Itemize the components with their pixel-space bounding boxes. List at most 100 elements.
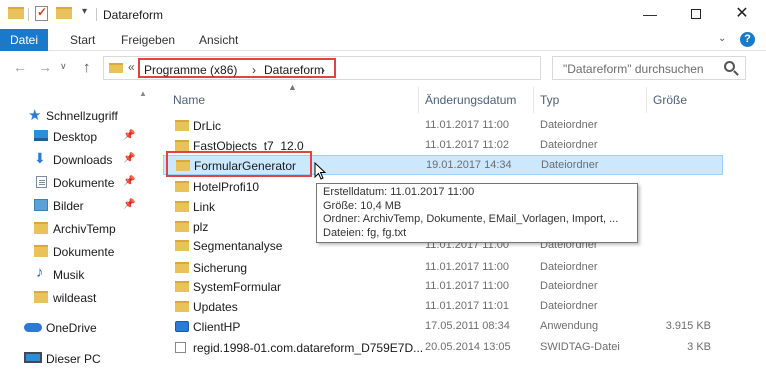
pin-icon[interactable]: 📌 <box>123 199 135 210</box>
column-header-size[interactable]: Größe <box>653 93 687 107</box>
pin-icon[interactable]: 📌 <box>123 176 135 187</box>
star-icon: ★ <box>28 107 42 124</box>
sidebar-item-label: Desktop <box>53 130 98 144</box>
column-divider[interactable] <box>533 87 534 113</box>
column-divider[interactable] <box>646 87 647 113</box>
sidebar-item-label: Schnellzugriff <box>46 109 118 123</box>
column-divider[interactable] <box>418 87 419 113</box>
table-row[interactable]: ClientHP 17.05.2011 08:34 Anwendung 3.91… <box>163 317 723 337</box>
pictures-icon <box>34 199 48 211</box>
tooltip-created: Erstelldatum: 11.01.2017 11:00 <box>323 186 475 198</box>
toolbar-separator <box>28 8 29 21</box>
application-icon <box>175 321 189 332</box>
sidebar-item-label: ArchivTemp <box>53 222 116 236</box>
folder-info-tooltip: Erstelldatum: 11.01.2017 11:00 Größe: 10… <box>316 183 638 243</box>
sidebar-item-desktop[interactable]: Desktop 📌 <box>0 126 140 148</box>
file-type: Dateiordner <box>540 139 598 151</box>
tab-view[interactable]: Ansicht <box>199 29 238 51</box>
file-date: 17.05.2011 08:34 <box>425 320 510 332</box>
tooltip-files: Dateien: fg, fg.txt <box>323 226 407 239</box>
file-type: Dateiordner <box>540 280 598 292</box>
folder-icon <box>175 201 189 212</box>
pc-icon <box>24 352 42 363</box>
cursor-icon <box>314 162 326 180</box>
search-input[interactable]: "Datareform" durchsuchen <box>563 62 704 76</box>
search-box[interactable]: "Datareform" durchsuchen <box>552 56 746 80</box>
folder-icon <box>175 140 189 151</box>
file-date: 11.01.2017 11:00 <box>425 119 510 131</box>
customize-toolbar-icon[interactable]: ▾ <box>82 6 87 17</box>
column-header-type[interactable]: Typ <box>540 93 559 107</box>
file-size: 3 KB <box>687 341 711 353</box>
sidebar-item-label: OneDrive <box>46 321 97 335</box>
sidebar-item-music[interactable]: ♪ Musik <box>0 264 140 286</box>
scroll-up-icon[interactable]: ▲ <box>139 89 147 98</box>
maximize-icon <box>691 9 701 19</box>
up-icon[interactable]: ↑ <box>83 59 91 76</box>
table-row[interactable]: Updates 11.01.2017 11:01 Dateiordner <box>163 297 723 317</box>
tab-share[interactable]: Freigeben <box>121 29 175 51</box>
help-icon[interactable]: ? <box>740 32 755 47</box>
title-bar: ▾ Datareform — ✕ <box>0 0 766 29</box>
tab-start[interactable]: Start <box>70 29 95 51</box>
sidebar-item-wildeast[interactable]: wildeast <box>0 287 140 309</box>
search-icon[interactable] <box>724 61 735 72</box>
sidebar-item-label: Dokumente <box>53 176 115 190</box>
sidebar-item-documents[interactable]: Dokumente 📌 <box>0 172 140 194</box>
folder-icon <box>34 222 48 234</box>
file-date: 20.05.2014 13:05 <box>425 341 511 353</box>
close-button[interactable]: ✕ <box>719 0 765 29</box>
table-row[interactable]: regid.1998-01.com.datareform_D759E7D... … <box>163 338 723 358</box>
column-header-name[interactable]: Name <box>173 93 205 107</box>
properties-icon[interactable] <box>35 5 48 21</box>
file-size: 3.915 KB <box>665 320 711 332</box>
breadcrumb-item[interactable]: Datareform <box>264 63 324 77</box>
breadcrumb-overflow[interactable]: « <box>128 60 135 74</box>
navigation-pane: ▲ ★ Schnellzugriff Desktop 📌 ⬇ Downloads… <box>0 85 152 377</box>
sidebar-item-quick-access[interactable]: ★ Schnellzugriff <box>0 105 140 127</box>
sidebar-item-this-pc[interactable]: Dieser PC <box>0 348 140 370</box>
table-row[interactable]: SystemFormular 11.01.2017 11:00 Dateiord… <box>163 277 723 297</box>
chevron-right-icon[interactable]: › <box>252 63 256 77</box>
tooltip-size: Größe: 10,4 MB <box>323 199 402 212</box>
tooltip-folders: Ordner: ArchivTemp, Dokumente, EMail_Vor… <box>323 213 619 225</box>
table-row[interactable]: Sicherung 11.01.2017 11:00 Dateiordner <box>163 258 723 278</box>
minimize-button[interactable]: — <box>627 0 673 29</box>
sidebar-item-downloads[interactable]: ⬇ Downloads 📌 <box>0 149 140 171</box>
file-date: 11.01.2017 11:01 <box>425 300 510 312</box>
breadcrumb: Programme (x86) › Datareform › <box>138 58 336 78</box>
file-name: plz <box>193 220 209 234</box>
expand-ribbon-icon[interactable]: ⌄ <box>718 33 726 44</box>
folder-icon <box>175 240 189 251</box>
chevron-right-icon[interactable]: › <box>321 63 325 77</box>
maximize-button[interactable] <box>673 0 719 29</box>
folder-icon <box>175 120 189 131</box>
file-name: SystemFormular <box>193 280 282 294</box>
address-bar[interactable]: « Programme (x86) › Datareform › ∨ ↻ <box>103 56 640 80</box>
file-name: regid.1998-01.com.datareform_D759E7D... <box>193 341 424 355</box>
file-name: HotelProfi10 <box>193 180 260 194</box>
title-separator <box>96 8 97 21</box>
pin-icon[interactable]: 📌 <box>123 153 135 164</box>
folder-icon <box>8 7 24 19</box>
recent-locations-icon[interactable]: ∨ <box>60 61 67 72</box>
pin-icon[interactable]: 📌 <box>123 130 135 141</box>
table-row[interactable]: DrLic 11.01.2017 11:00 Dateiordner <box>163 116 723 136</box>
file-name: Updates <box>193 300 238 314</box>
file-type: Dateiordner <box>540 300 598 312</box>
file-name: Segmentanalyse <box>193 239 283 253</box>
desktop-icon <box>34 130 48 141</box>
sidebar-item-archivtemp[interactable]: ArchivTemp <box>0 218 140 240</box>
sidebar-item-onedrive[interactable]: OneDrive <box>0 317 140 339</box>
sort-ascending-icon: ▲ <box>288 82 297 92</box>
tab-file[interactable]: Datei <box>0 29 48 51</box>
new-folder-icon[interactable] <box>56 7 72 19</box>
forward-icon[interactable]: → <box>38 59 52 75</box>
sidebar-item-dokumente[interactable]: Dokumente <box>0 241 140 263</box>
column-header-date[interactable]: Änderungsdatum <box>425 93 516 107</box>
file-name: DrLic <box>193 119 222 133</box>
file-date: 11.01.2017 11:00 <box>425 261 510 273</box>
back-icon[interactable]: ← <box>13 59 27 75</box>
breadcrumb-item[interactable]: Programme (x86) <box>144 63 237 77</box>
sidebar-item-pictures[interactable]: Bilder 📌 <box>0 195 140 217</box>
